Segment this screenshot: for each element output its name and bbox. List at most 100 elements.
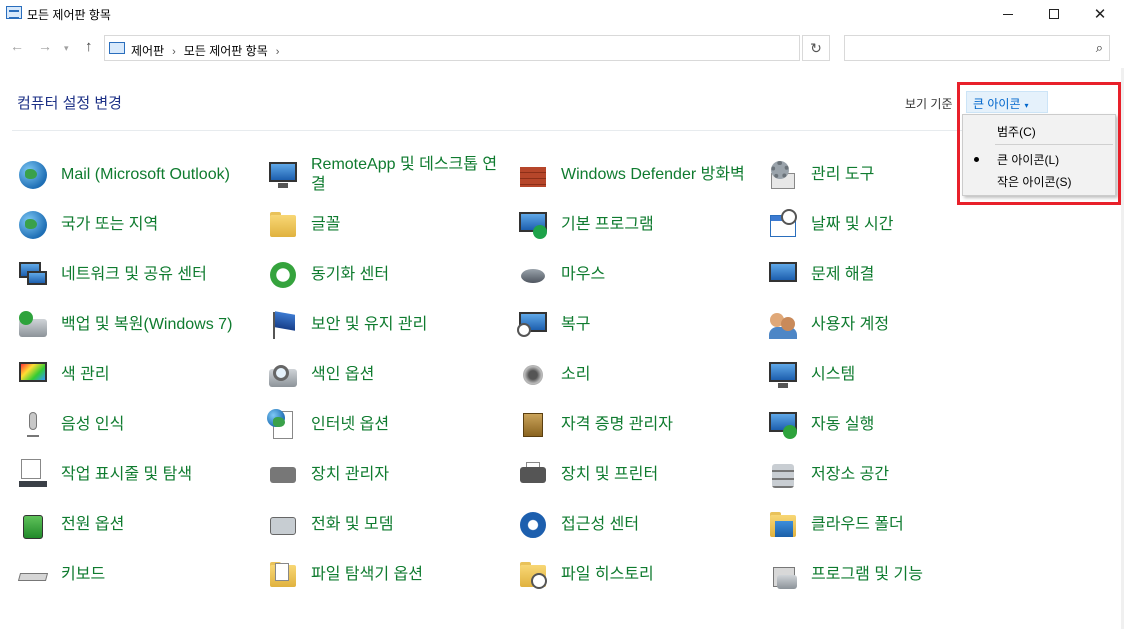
control-panel-item[interactable]: 복구	[517, 300, 757, 350]
control-panel-item[interactable]: 글꼴	[267, 200, 507, 250]
menu-item-category[interactable]: 범주(C)	[963, 119, 1115, 141]
control-panel-item[interactable]: 국가 또는 지역	[17, 200, 257, 250]
control-panel-item-label[interactable]: 색 관리	[61, 365, 110, 385]
control-panel-item-label[interactable]: 기본 프로그램	[561, 215, 654, 235]
control-panel-item-label[interactable]: Mail (Microsoft Outlook)	[61, 165, 230, 185]
breadcrumb-separator[interactable]: ›	[172, 46, 176, 58]
control-panel-item[interactable]: 백업 및 복원(Windows 7)	[17, 300, 257, 350]
control-panel-item-label[interactable]: 네트워크 및 공유 센터	[61, 265, 207, 285]
navigation-bar: ← → ▾ ↑ 제어판›모든 제어판 항목› ⌵ ↻ ⌕	[0, 30, 1124, 68]
recent-locations-button[interactable]: ▾	[64, 43, 69, 54]
control-panel-item-label[interactable]: 프로그램 및 기능	[811, 565, 923, 585]
control-panel-item-label[interactable]: 관리 도구	[811, 165, 874, 185]
control-panel-item[interactable]: 전화 및 모뎀	[267, 500, 507, 550]
power-icon	[17, 509, 49, 541]
control-panel-item[interactable]: 네트워크 및 공유 센터	[17, 250, 257, 300]
control-panel-item-label[interactable]: 전원 옵션	[61, 515, 124, 535]
address-bar[interactable]: 제어판›모든 제어판 항목› ⌵	[104, 35, 889, 61]
control-panel-item[interactable]: 동기화 센터	[267, 250, 507, 300]
control-panel-item-label[interactable]: Windows Defender 방화벽	[561, 165, 745, 185]
control-panel-item-label[interactable]: 사용자 계정	[811, 315, 889, 335]
control-panel-item-label[interactable]: 자격 증명 관리자	[561, 415, 673, 435]
control-panel-item[interactable]: 장치 관리자	[267, 450, 507, 500]
control-panel-item-label[interactable]: 클라우드 폴더	[811, 515, 904, 535]
maximize-button[interactable]	[1031, 0, 1077, 28]
color-management-icon	[17, 359, 49, 391]
control-panel-item-label[interactable]: 장치 관리자	[311, 465, 389, 485]
control-panel-item[interactable]: 시스템	[767, 350, 947, 400]
control-panel-item[interactable]: 자동 실행	[767, 400, 947, 450]
control-panel-item-label[interactable]: 키보드	[61, 565, 105, 585]
control-panel-item[interactable]: 음성 인식	[17, 400, 257, 450]
minimize-button[interactable]	[985, 0, 1031, 28]
ease-of-access-icon	[517, 509, 549, 541]
control-panel-item[interactable]: 관리 도구	[767, 150, 947, 200]
control-panel-item[interactable]: 파일 탐색기 옵션	[267, 550, 507, 600]
control-panel-item-label[interactable]: 소리	[561, 365, 590, 385]
control-panel-item-label[interactable]: 보안 및 유지 관리	[311, 315, 427, 335]
control-panel-item-label[interactable]: 날짜 및 시간	[811, 215, 894, 235]
control-panel-item-label[interactable]: 파일 탐색기 옵션	[311, 565, 423, 585]
control-panel-item[interactable]: 기본 프로그램	[517, 200, 757, 250]
close-button[interactable]: ✕	[1077, 0, 1123, 28]
control-panel-item[interactable]: 장치 및 프린터	[517, 450, 757, 500]
breadcrumb-item-control-panel[interactable]: 제어판	[131, 44, 164, 58]
control-panel-item-label[interactable]: 마우스	[561, 265, 605, 285]
breadcrumb: 제어판 › 모든 제어판 항목 ›	[131, 42, 287, 59]
control-panel-item-label[interactable]: 국가 또는 지역	[61, 215, 158, 235]
control-panel-item-label[interactable]: 백업 및 복원(Windows 7)	[61, 315, 232, 335]
breadcrumb-separator[interactable]: ›	[276, 46, 280, 58]
control-panel-item[interactable]: 파일 히스토리	[517, 550, 757, 600]
control-panel-item[interactable]: 키보드	[17, 550, 257, 600]
control-panel-item[interactable]: 작업 표시줄 및 탐색	[17, 450, 257, 500]
icon-part	[781, 317, 795, 331]
control-panel-item-label[interactable]: 접근성 센터	[561, 515, 639, 535]
control-panel-item[interactable]: 색 관리	[17, 350, 257, 400]
control-panel-item-label[interactable]: 인터넷 옵션	[311, 415, 389, 435]
control-panel-item[interactable]: RemoteApp 및 데스크톱 연결	[267, 150, 507, 200]
control-panel-item-label[interactable]: RemoteApp 및 데스크톱 연결	[311, 155, 507, 195]
control-panel-item[interactable]: 소리	[517, 350, 757, 400]
control-panel-item[interactable]: 보안 및 유지 관리	[267, 300, 507, 350]
control-panel-item[interactable]: 날짜 및 시간	[767, 200, 947, 250]
back-button[interactable]: ←	[10, 38, 24, 54]
control-panel-item[interactable]: 색인 옵션	[267, 350, 507, 400]
control-panel-item[interactable]: 전원 옵션	[17, 500, 257, 550]
control-panel-item[interactable]: 인터넷 옵션	[267, 400, 507, 450]
view-by-dropdown[interactable]: 큰 아이콘 ▾	[966, 91, 1048, 113]
control-panel-item[interactable]: Windows Defender 방화벽	[517, 150, 757, 200]
control-panel-item-label[interactable]: 저장소 공간	[811, 465, 889, 485]
icon-part	[777, 575, 797, 589]
icon-part	[27, 271, 47, 285]
control-panel-item-label[interactable]: 파일 히스토리	[561, 565, 654, 585]
control-panel-item[interactable]: 프로그램 및 기능	[767, 550, 947, 600]
control-panel-item-label[interactable]: 작업 표시줄 및 탐색	[61, 465, 192, 485]
control-panel-item[interactable]: Mail (Microsoft Outlook)	[17, 150, 257, 200]
control-panel-item[interactable]: 저장소 공간	[767, 450, 947, 500]
menu-item-small-icons[interactable]: 작은 아이콘(S)	[963, 169, 1115, 191]
up-button[interactable]: ↑	[85, 38, 93, 55]
control-panel-item[interactable]: 문제 해결	[767, 250, 947, 300]
menu-item-large-icons[interactable]: 큰 아이콘(L)	[963, 147, 1115, 169]
control-panel-item-label[interactable]: 음성 인식	[61, 415, 124, 435]
control-panel-item[interactable]: 마우스	[517, 250, 757, 300]
control-panel-item-label[interactable]: 글꼴	[311, 215, 340, 235]
control-panel-item-label[interactable]: 자동 실행	[811, 415, 874, 435]
search-input[interactable]: ⌕	[844, 35, 1110, 61]
control-panel-item-label[interactable]: 문제 해결	[811, 265, 874, 285]
maximize-icon	[1049, 9, 1059, 19]
control-panel-item-label[interactable]: 시스템	[811, 365, 855, 385]
control-panel-item[interactable]: 접근성 센터	[517, 500, 757, 550]
control-panel-item-label[interactable]: 복구	[561, 315, 590, 335]
forward-button[interactable]: →	[38, 38, 52, 54]
control-panel-item[interactable]: 사용자 계정	[767, 300, 947, 350]
control-panel-item-label[interactable]: 동기화 센터	[311, 265, 389, 285]
breadcrumb-item-all-items[interactable]: 모든 제어판 항목	[184, 44, 268, 58]
control-panel-item-label[interactable]: 장치 및 프린터	[561, 465, 658, 485]
control-panel-item[interactable]: 클라우드 폴더	[767, 500, 947, 550]
control-panel-item[interactable]: 자격 증명 관리자	[517, 400, 757, 450]
control-panel-item-label[interactable]: 전화 및 모뎀	[311, 515, 394, 535]
file-history-icon	[517, 559, 549, 591]
refresh-button[interactable]: ↻	[802, 35, 830, 61]
control-panel-item-label[interactable]: 색인 옵션	[311, 365, 374, 385]
